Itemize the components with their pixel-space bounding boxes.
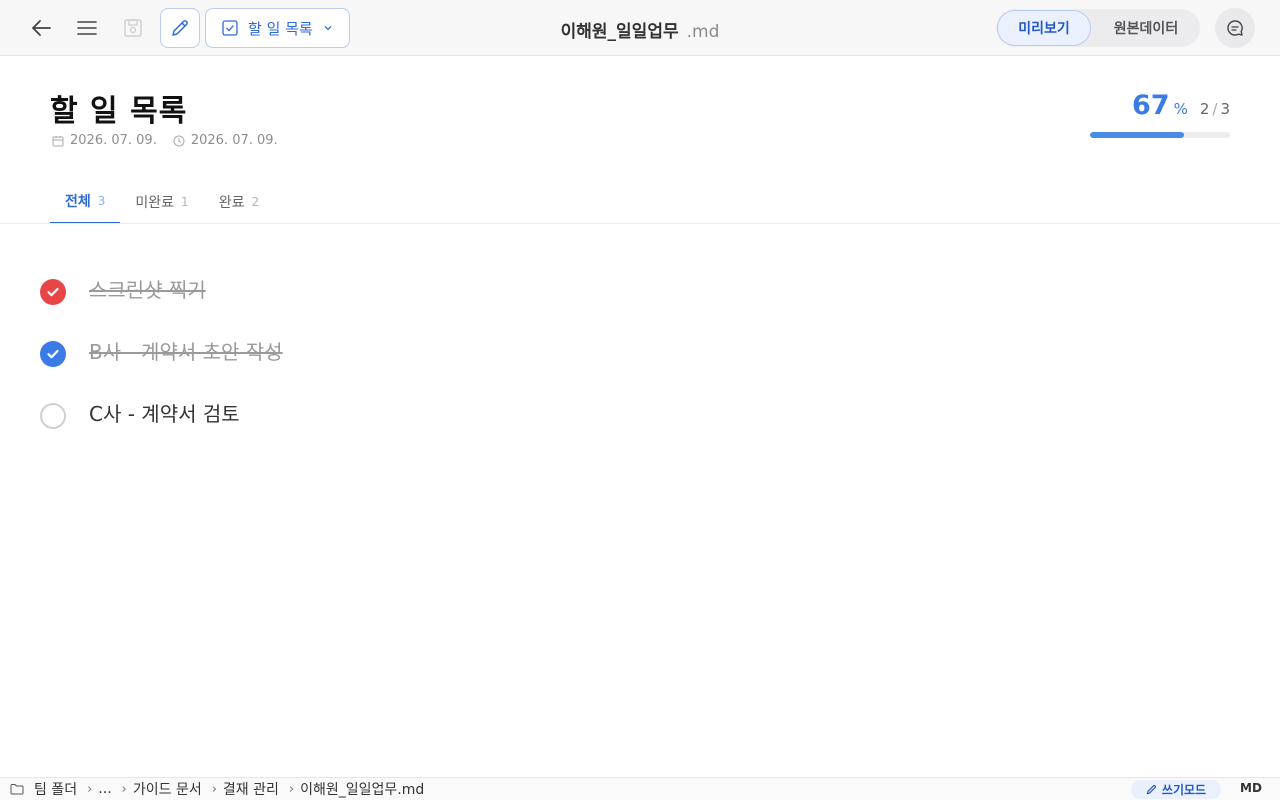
progress-readout: 67 % 2/3 [1132, 90, 1230, 121]
task-item: C사 - 계약서 검토 [40, 396, 1240, 458]
calendar-icon [52, 135, 64, 146]
progress-bar-fill [1090, 132, 1184, 138]
task-text[interactable]: 스크린샷 찍기 [89, 272, 206, 308]
progress-percent: 67 [1132, 90, 1170, 121]
tabs-divider [0, 223, 1280, 224]
chat-bubble-icon [1227, 20, 1243, 36]
task-text[interactable]: C사 - 계약서 검토 [89, 396, 240, 432]
task-text[interactable]: B사 - 계약서 초안 작성 [89, 334, 283, 370]
top-toolbar: 할 일 목록 이해원_일일업무 .md 미리보기 원본데이터 [0, 0, 1280, 56]
task-checkbox-checked[interactable] [40, 341, 66, 367]
filter-tabs: 전체 3 미완료 1 완료 2 [50, 180, 274, 224]
progress-done-count: 2 [1199, 100, 1210, 118]
preview-button[interactable]: 미리보기 [997, 10, 1091, 46]
tab-all-label: 전체 [65, 194, 91, 210]
check-icon [47, 349, 59, 359]
task-checkbox-checked[interactable] [40, 279, 66, 305]
tab-incomplete-label: 미완료 [135, 194, 175, 211]
write-mode-label: 쓰기모드 [1161, 783, 1207, 797]
breadcrumb-item[interactable]: ... [98, 781, 111, 797]
breadcrumb-item[interactable]: 팀 폴더 [34, 779, 77, 799]
progress-percent-unit: % [1173, 100, 1188, 118]
clock-icon [173, 135, 185, 146]
fraction-separator: / [1212, 100, 1218, 118]
tab-incomplete[interactable]: 미완료 1 [120, 180, 203, 223]
breadcrumb: 팀 폴더 › ... › 가이드 문서 › 결재 관리 › 이해원_일일업무.m… [10, 779, 424, 799]
task-item: B사 - 계약서 초안 작성 [40, 334, 1240, 396]
pencil-icon [1146, 785, 1156, 795]
progress-total-count: 3 [1220, 100, 1230, 118]
progress-fraction: 2/3 [1200, 100, 1230, 118]
chevron-right-icon: › [121, 781, 127, 797]
modified-date-text: 2026. 07. 09. [190, 133, 278, 148]
status-bar: 팀 폴더 › ... › 가이드 문서 › 결재 관리 › 이해원_일일업무.m… [0, 777, 1280, 800]
breadcrumb-item[interactable]: 결재 관리 [223, 779, 279, 799]
progress-bar [1090, 132, 1230, 138]
tab-incomplete-count: 1 [181, 194, 189, 209]
view-mode-toggle: 미리보기 원본데이터 [996, 9, 1200, 47]
comment-button[interactable] [1215, 8, 1255, 48]
task-checkbox-unchecked[interactable] [40, 403, 66, 429]
file-format-label: MD [1240, 781, 1262, 795]
tab-all[interactable]: 전체 3 [50, 180, 121, 224]
document-extension: .md [686, 22, 720, 42]
chevron-right-icon: › [288, 781, 295, 797]
document-dates: 2026. 07. 09. 2026. 07. 09. [52, 133, 294, 148]
folder-icon [10, 784, 24, 795]
check-icon [47, 287, 59, 297]
breadcrumb-item[interactable]: 가이드 문서 [133, 779, 202, 799]
tab-all-count: 3 [97, 194, 106, 208]
tab-complete[interactable]: 완료 2 [204, 180, 274, 223]
document-name: 이해원_일일업무 [560, 22, 679, 42]
tab-complete-label: 완료 [218, 194, 245, 211]
task-list: 스크린샷 찍기 B사 - 계약서 초안 작성 C사 - 계약서 검토 [40, 272, 1240, 458]
chevron-right-icon: › [211, 781, 217, 797]
created-date: 2026. 07. 09. [52, 133, 157, 148]
page-title: 할 일 목록 [50, 94, 188, 129]
write-mode-badge[interactable]: 쓰기모드 [1131, 780, 1221, 799]
task-item: 스크린샷 찍기 [40, 272, 1240, 334]
modified-date: 2026. 07. 09. [173, 133, 278, 148]
created-date-text: 2026. 07. 09. [70, 133, 157, 148]
tab-complete-count: 2 [251, 194, 260, 209]
breadcrumb-item-current: 이해원_일일업무.md [300, 782, 425, 798]
chevron-right-icon: › [87, 781, 93, 797]
progress-summary: 67 % 2/3 [1090, 88, 1230, 140]
raw-data-button[interactable]: 원본데이터 [1096, 10, 1196, 46]
